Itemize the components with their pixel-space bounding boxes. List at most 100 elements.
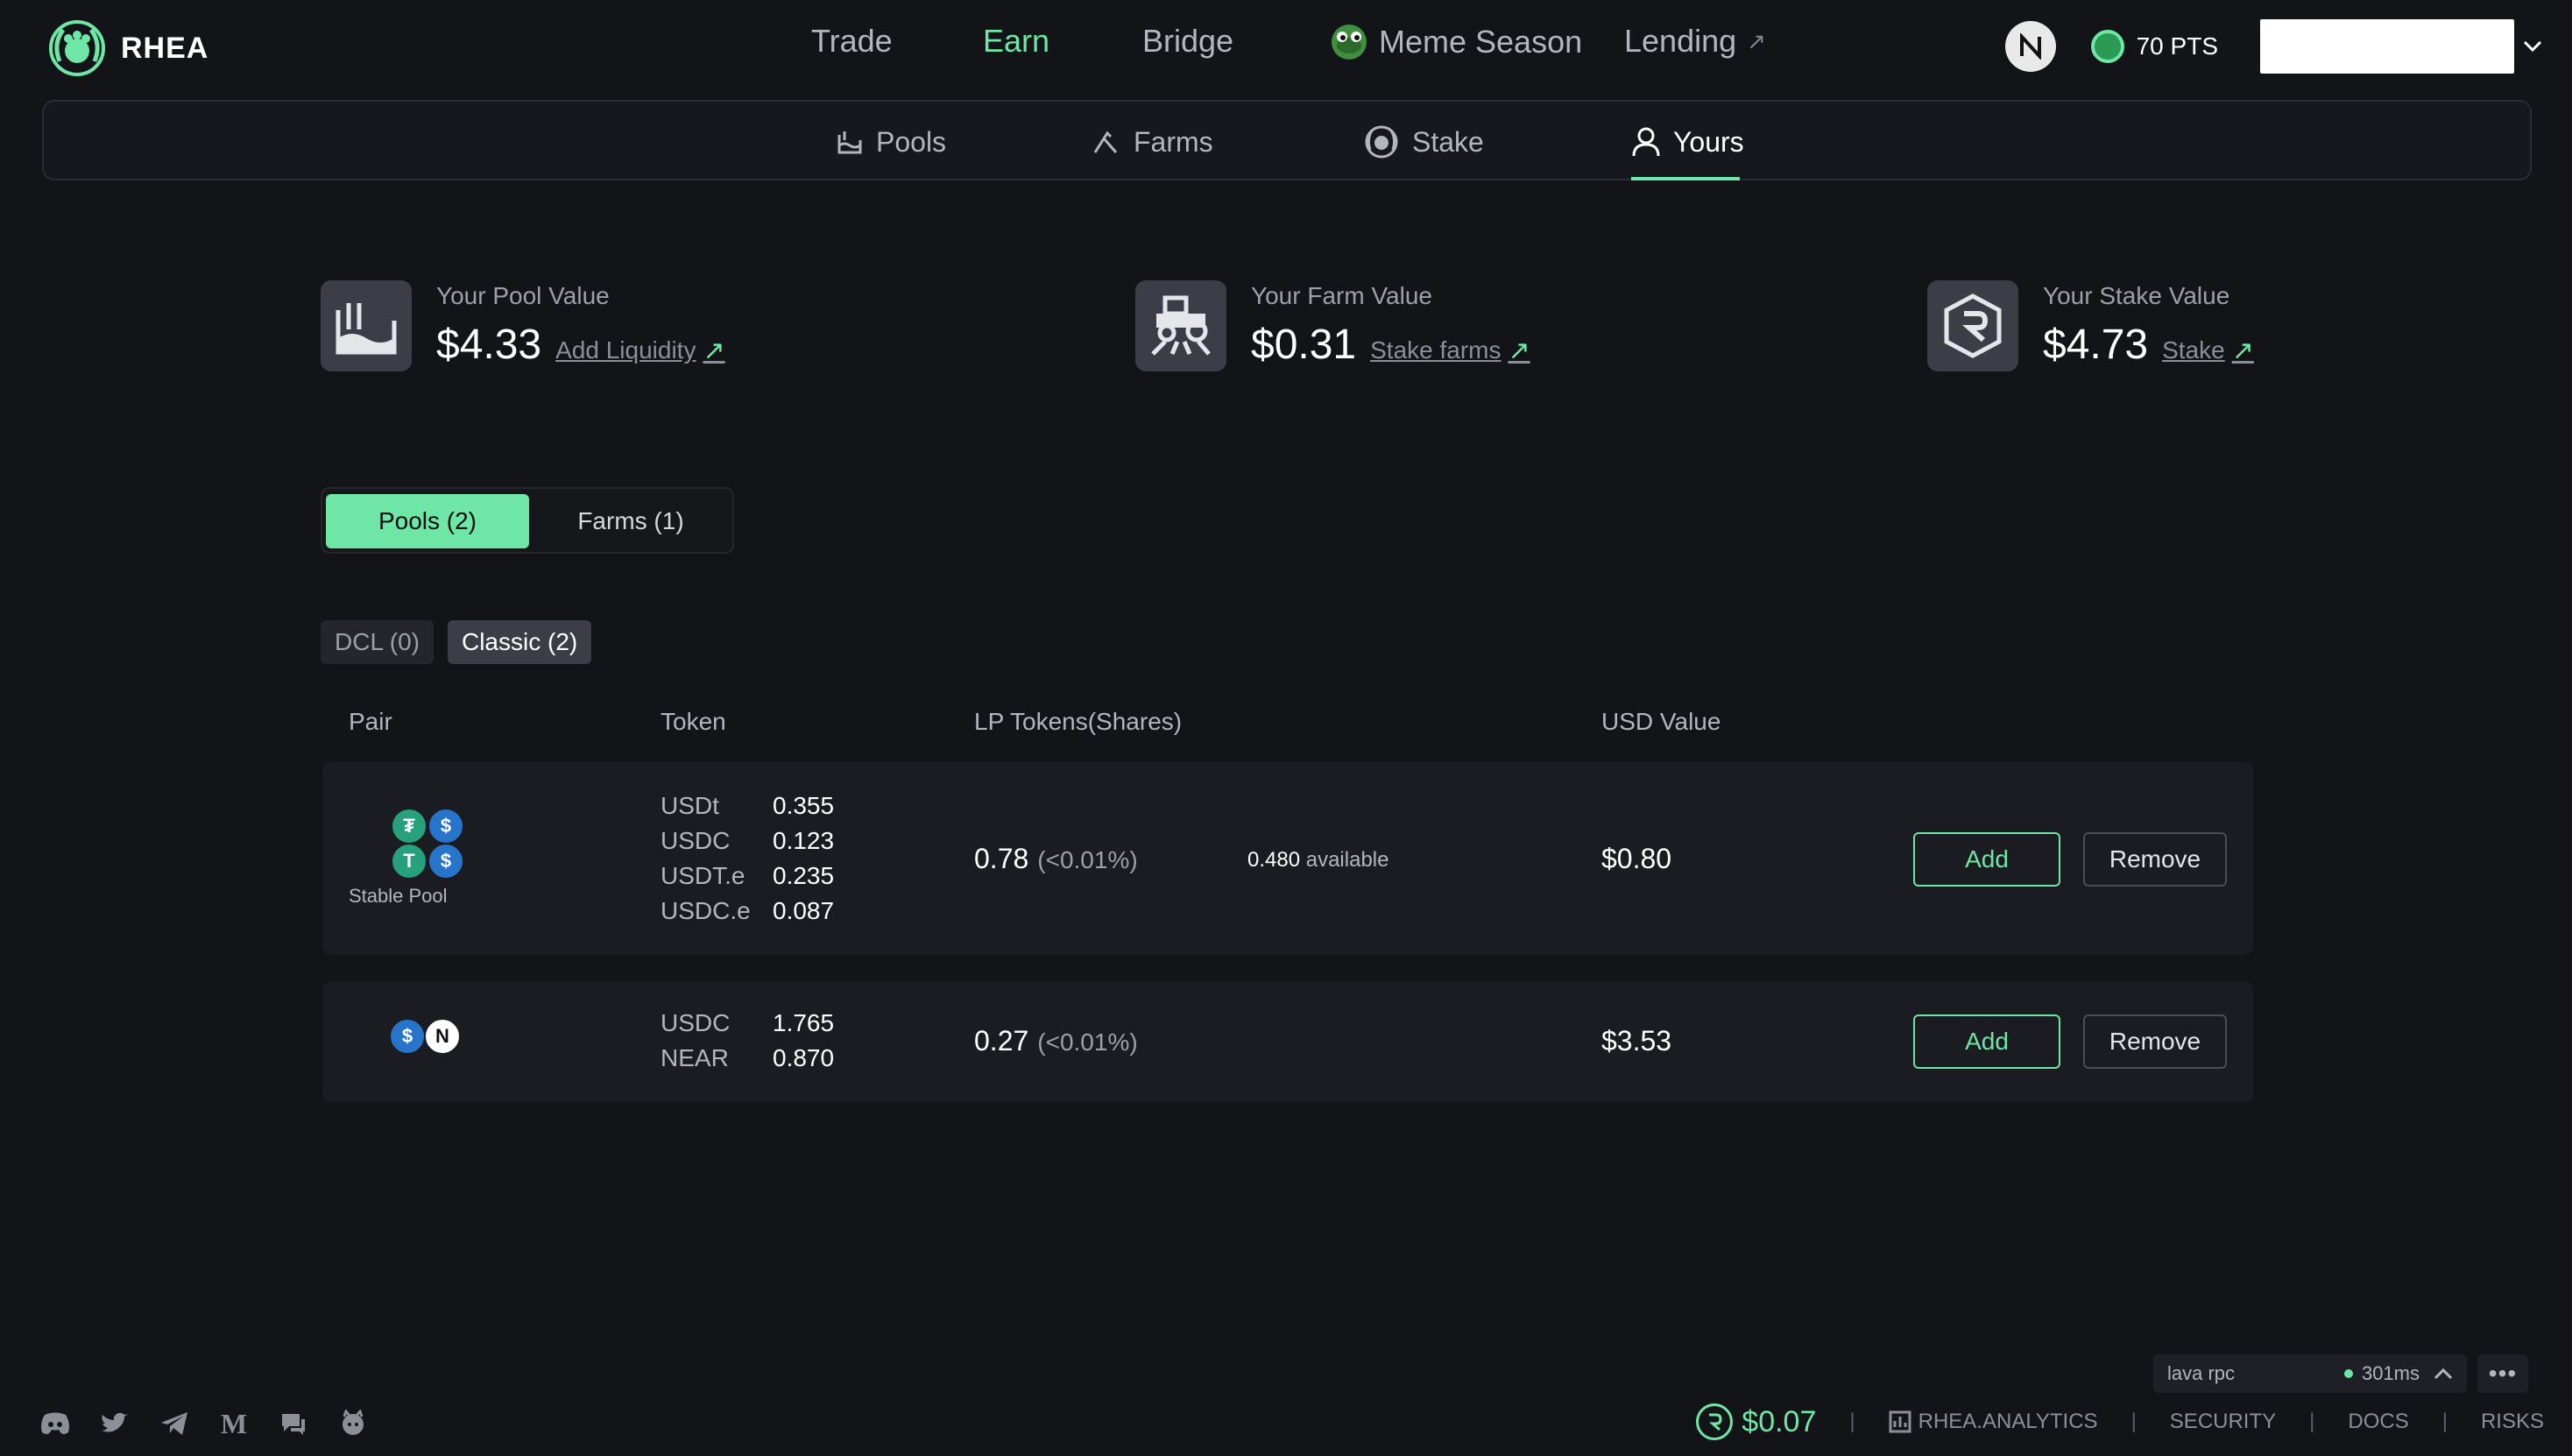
available-amount: 0.480 <box>1247 848 1301 872</box>
stake-farms-label: Stake farms <box>1370 336 1502 364</box>
points-value: 70 PTS <box>2136 32 2218 60</box>
usdt-e-icon: T <box>391 843 427 880</box>
pair-cell: $ N <box>349 1018 461 1058</box>
docs-link[interactable]: DOCS <box>2348 1410 2408 1434</box>
add-liquidity-link[interactable]: Add Liquidity ↗ <box>555 336 724 366</box>
table-row[interactable]: ₮ $ T $ Stable Pool USDt 0.355 USDC 0.123 … <box>322 762 2253 955</box>
lp-amount: 0.27 <box>974 1025 1029 1057</box>
add-liquidity-label: Add Liquidity <box>555 336 696 364</box>
social-links: M <box>39 1407 370 1440</box>
tab-dcl[interactable]: DCL (0) <box>321 620 434 664</box>
subnav-stake-label: Stake <box>1412 125 1484 158</box>
header-lp-tokens: LP Tokens(Shares) <box>974 708 1183 735</box>
stake-value-label: Your Stake Value <box>2043 282 2230 309</box>
twitter-icon[interactable] <box>98 1407 131 1440</box>
pool-value-card: Your Pool Value $4.33 Add Liquidity ↗ <box>321 280 725 371</box>
nav-lending[interactable]: Lending ↗ <box>1624 23 1766 60</box>
wallet-button[interactable] <box>2260 19 2514 74</box>
tab-farms[interactable]: Farms (1) <box>529 494 732 548</box>
token-symbol: NEAR <box>661 1044 729 1071</box>
nav-meme-label: Meme Season <box>1379 24 1583 60</box>
rpc-latency: 301ms <box>2361 1362 2420 1384</box>
token-amount: 0.235 <box>773 862 835 889</box>
chevron-up-icon <box>2434 1368 2453 1380</box>
farm-value-label: Your Farm Value <box>1251 282 1432 309</box>
points-icon <box>2090 30 2124 63</box>
token-icon-stack: ₮ $ T $ <box>349 806 464 881</box>
rhea-token-icon <box>1696 1403 1734 1440</box>
token-cell: USDt 0.355 USDC 0.123 USDT.e 0.235 USDC.e 0.… <box>661 788 834 929</box>
table-row[interactable]: $ N USDC 1.765 NEAR 0.870 0.27 (<0.01%) $3… <box>322 981 2253 1102</box>
token-line: USDC 0.123 <box>661 823 834 859</box>
tab-classic[interactable]: Classic (2) <box>447 620 592 664</box>
meme-frog-icon <box>1332 25 1367 60</box>
points-badge[interactable]: 70 PTS <box>2090 30 2218 63</box>
lp-amount: 0.78 <box>974 843 1029 874</box>
tab-pools[interactable]: Pools (2) <box>326 494 529 548</box>
subnav-stake[interactable]: Stake <box>1363 123 1484 161</box>
available-cell: 0.480 available <box>1247 848 1388 873</box>
farm-value-card: Your Farm Value $0.31 Stake farms ↗ <box>1135 280 1530 371</box>
footer-separator: | <box>2130 1410 2137 1433</box>
farms-icon <box>1093 131 1118 153</box>
near-icon <box>2019 33 2041 60</box>
footer-links: $0.07 | RHEA.ANALYTICS | SECURITY | DOCS… <box>1696 1403 2544 1440</box>
analytics-label: RHEA.ANALYTICS <box>1918 1410 2098 1433</box>
remove-liquidity-button[interactable]: Remove <box>2083 1014 2227 1069</box>
usd-value: $0.80 <box>1601 843 1672 874</box>
token-amount: 0.087 <box>773 897 835 924</box>
stake-icon <box>1365 125 1398 159</box>
stake-value-card: Your Stake Value $4.73 Stake ↗ <box>1927 280 2254 371</box>
stake-value-amount: $4.73 <box>2043 322 2149 368</box>
wallet-chevron-down-icon[interactable] <box>2518 40 2547 53</box>
usdc-icon: $ <box>427 808 464 845</box>
medium-icon[interactable]: M <box>217 1407 251 1440</box>
header-token: Token <box>661 708 726 735</box>
stake-value-icon <box>1927 280 2018 371</box>
lp-cell: 0.27 (<0.01%) <box>974 1025 1138 1057</box>
subnav-farms-label: Farms <box>1134 125 1213 158</box>
nav-bridge[interactable]: Bridge <box>1142 23 1233 60</box>
token-icon-stack: $ N <box>349 1018 461 1058</box>
nav-meme-season[interactable]: Meme Season <box>1330 23 1582 61</box>
analytics-link[interactable]: RHEA.ANALYTICS <box>1889 1410 2098 1434</box>
risks-link[interactable]: RISKS <box>2481 1410 2544 1434</box>
token-symbol: USDC <box>661 1009 731 1036</box>
rhea-price-value: $0.07 <box>1742 1404 1817 1438</box>
pair-cell: ₮ $ T $ Stable Pool <box>349 806 464 908</box>
subnav-yours-label: Yours <box>1673 125 1744 158</box>
rpc-status-dot <box>2343 1369 2353 1378</box>
subnav-farms[interactable]: Farms <box>1092 123 1213 161</box>
forum-icon[interactable] <box>277 1407 310 1440</box>
user-icon <box>1632 127 1660 157</box>
add-liquidity-button[interactable]: Add <box>1913 832 2060 887</box>
telegram-icon[interactable] <box>158 1407 191 1440</box>
discord-icon[interactable] <box>39 1407 72 1440</box>
stable-pool-label: Stable Pool <box>349 885 448 907</box>
remove-liquidity-button[interactable]: Remove <box>2083 832 2227 887</box>
rpc-name: lava rpc <box>2167 1362 2236 1384</box>
token-amount: 0.355 <box>773 792 835 819</box>
earn-subnav: Pools Farms Stake Yours <box>42 100 2532 180</box>
more-options-button[interactable]: ••• <box>2477 1354 2528 1393</box>
stake-link[interactable]: Stake ↗ <box>2162 336 2254 366</box>
nav-earn[interactable]: Earn <box>983 23 1049 60</box>
token-symbol: USDt <box>661 792 719 819</box>
subnav-yours[interactable]: Yours <box>1631 123 1744 161</box>
github-icon[interactable] <box>336 1407 370 1440</box>
nav-trade[interactable]: Trade <box>811 23 893 60</box>
pool-value-label: Your Pool Value <box>436 282 610 309</box>
security-link[interactable]: SECURITY <box>2170 1410 2276 1434</box>
table-header: Pair Token LP Tokens(Shares) USD Value <box>0 708 2572 743</box>
arrow-up-right-icon: ↗ <box>703 336 725 365</box>
lp-cell: 0.78 (<0.01%) <box>974 843 1138 875</box>
token-symbol: USDC <box>661 827 731 854</box>
stake-farms-link[interactable]: Stake farms ↗ <box>1370 336 1530 366</box>
rpc-selector[interactable]: lava rpc 301ms <box>2153 1354 2467 1393</box>
subnav-pools[interactable]: Pools <box>836 123 946 161</box>
lp-share: (<0.01%) <box>1037 846 1138 873</box>
pool-value-icon <box>321 280 412 371</box>
near-network-button[interactable] <box>2004 21 2056 72</box>
add-liquidity-button[interactable]: Add <box>1913 1014 2060 1069</box>
nav-lending-label: Lending <box>1624 23 1737 59</box>
